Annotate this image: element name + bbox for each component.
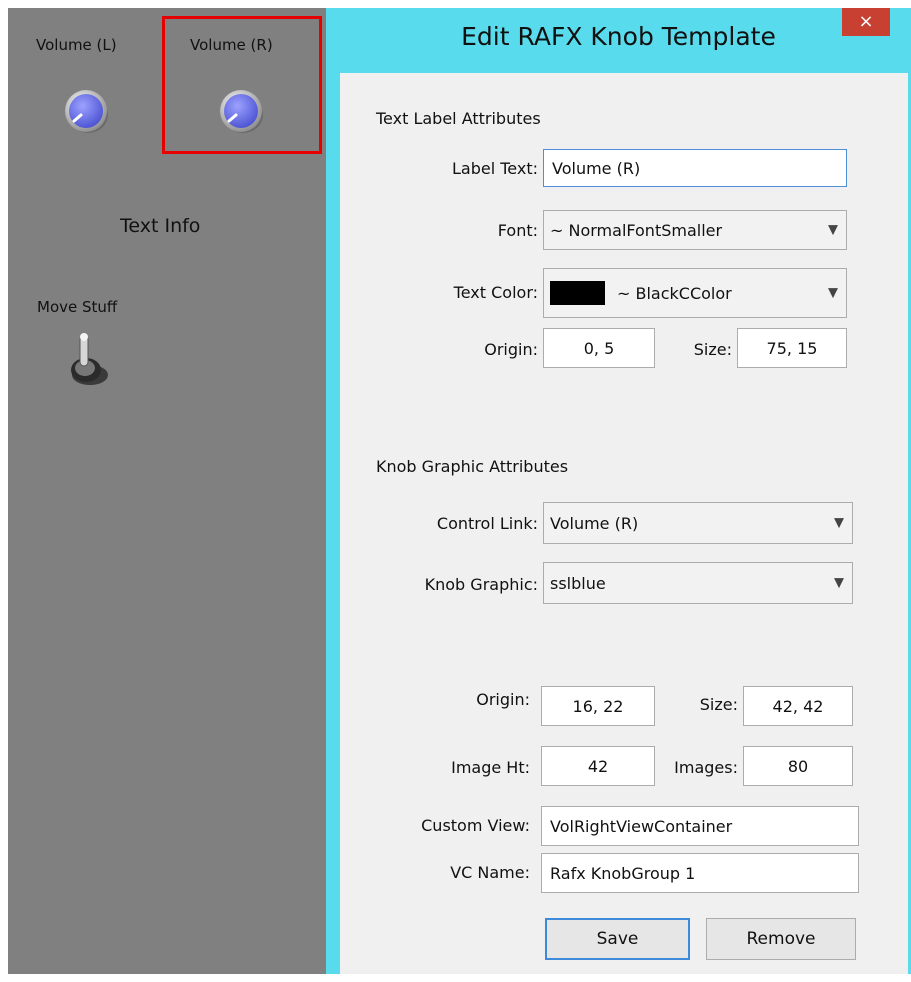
knob-l-label: Volume (L) xyxy=(36,36,117,54)
knob-graphic-dropdown[interactable]: sslblue ▼ xyxy=(543,562,853,604)
image-ht-value: 42 xyxy=(587,756,609,776)
control-link-label: Control Link: xyxy=(436,514,538,533)
chevron-down-icon: ▼ xyxy=(828,285,838,301)
text-origin-input[interactable]: 0, 5 xyxy=(543,328,655,368)
text-color-value: ~ BlackCColor xyxy=(617,283,732,303)
font-value: ~ NormalFontSmaller xyxy=(550,220,723,240)
knob-origin-input[interactable]: 16, 22 xyxy=(541,686,655,726)
custom-view-label: Custom View: xyxy=(421,816,530,835)
control-link-dropdown[interactable]: Volume (R) ▼ xyxy=(543,502,853,544)
images-value: 80 xyxy=(787,756,809,776)
toggle-switch-icon[interactable] xyxy=(64,330,110,386)
control-link-value: Volume (R) xyxy=(550,513,639,533)
color-swatch xyxy=(550,281,605,305)
text-color-dropdown[interactable]: ~ BlackCColor ▼ xyxy=(543,268,847,318)
vc-name-value: Rafx KnobGroup 1 xyxy=(550,863,696,883)
knob-size-input[interactable]: 42, 42 xyxy=(743,686,853,726)
label-text-label: Label Text: xyxy=(452,159,538,178)
text-size-input[interactable]: 75, 15 xyxy=(737,328,847,368)
save-button[interactable]: Save xyxy=(545,918,690,960)
knob-size-label: Size: xyxy=(699,695,738,714)
images-input[interactable]: 80 xyxy=(743,746,853,786)
knob-origin-value: 16, 22 xyxy=(572,696,624,716)
text-color-label: Text Color: xyxy=(453,283,538,302)
image-ht-input[interactable]: 42 xyxy=(541,746,655,786)
image-ht-label: Image Ht: xyxy=(451,758,530,777)
dialog-title: Edit RAFX Knob Template xyxy=(461,22,776,51)
text-size-value: 75, 15 xyxy=(766,338,818,358)
vc-name-input[interactable]: Rafx KnobGroup 1 xyxy=(541,853,859,893)
custom-view-input[interactable]: VolRightViewContainer xyxy=(541,806,859,846)
text-origin-value: 0, 5 xyxy=(583,338,615,358)
knob-origin-label: Origin: xyxy=(476,690,530,709)
images-label: Images: xyxy=(674,758,738,777)
chevron-down-icon: ▼ xyxy=(828,222,838,238)
close-button[interactable]: × xyxy=(842,8,890,36)
text-origin-label: Origin: xyxy=(484,340,538,359)
knob-graphic-label: Knob Graphic: xyxy=(424,575,538,594)
knob-graphic-value: sslblue xyxy=(550,573,606,593)
knob-l-icon[interactable] xyxy=(63,88,109,134)
knob-size-value: 42, 42 xyxy=(772,696,824,716)
switch-label: Move Stuff xyxy=(37,298,118,316)
text-section-heading: Text Label Attributes xyxy=(376,109,541,128)
vc-name-label: VC Name: xyxy=(450,863,530,882)
text-size-label: Size: xyxy=(693,340,732,359)
font-label: Font: xyxy=(497,221,538,240)
label-text-value: Volume (R) xyxy=(552,158,641,178)
chevron-down-icon: ▼ xyxy=(834,575,844,591)
font-dropdown[interactable]: ~ NormalFontSmaller ▼ xyxy=(543,210,847,250)
remove-button[interactable]: Remove xyxy=(706,918,856,960)
chevron-down-icon: ▼ xyxy=(834,515,844,531)
text-info-label: Text Info xyxy=(120,215,201,237)
label-text-input[interactable]: Volume (R) xyxy=(543,149,847,187)
selection-highlight xyxy=(162,16,322,154)
custom-view-value: VolRightViewContainer xyxy=(550,816,733,836)
knob-section-heading: Knob Graphic Attributes xyxy=(376,457,569,476)
